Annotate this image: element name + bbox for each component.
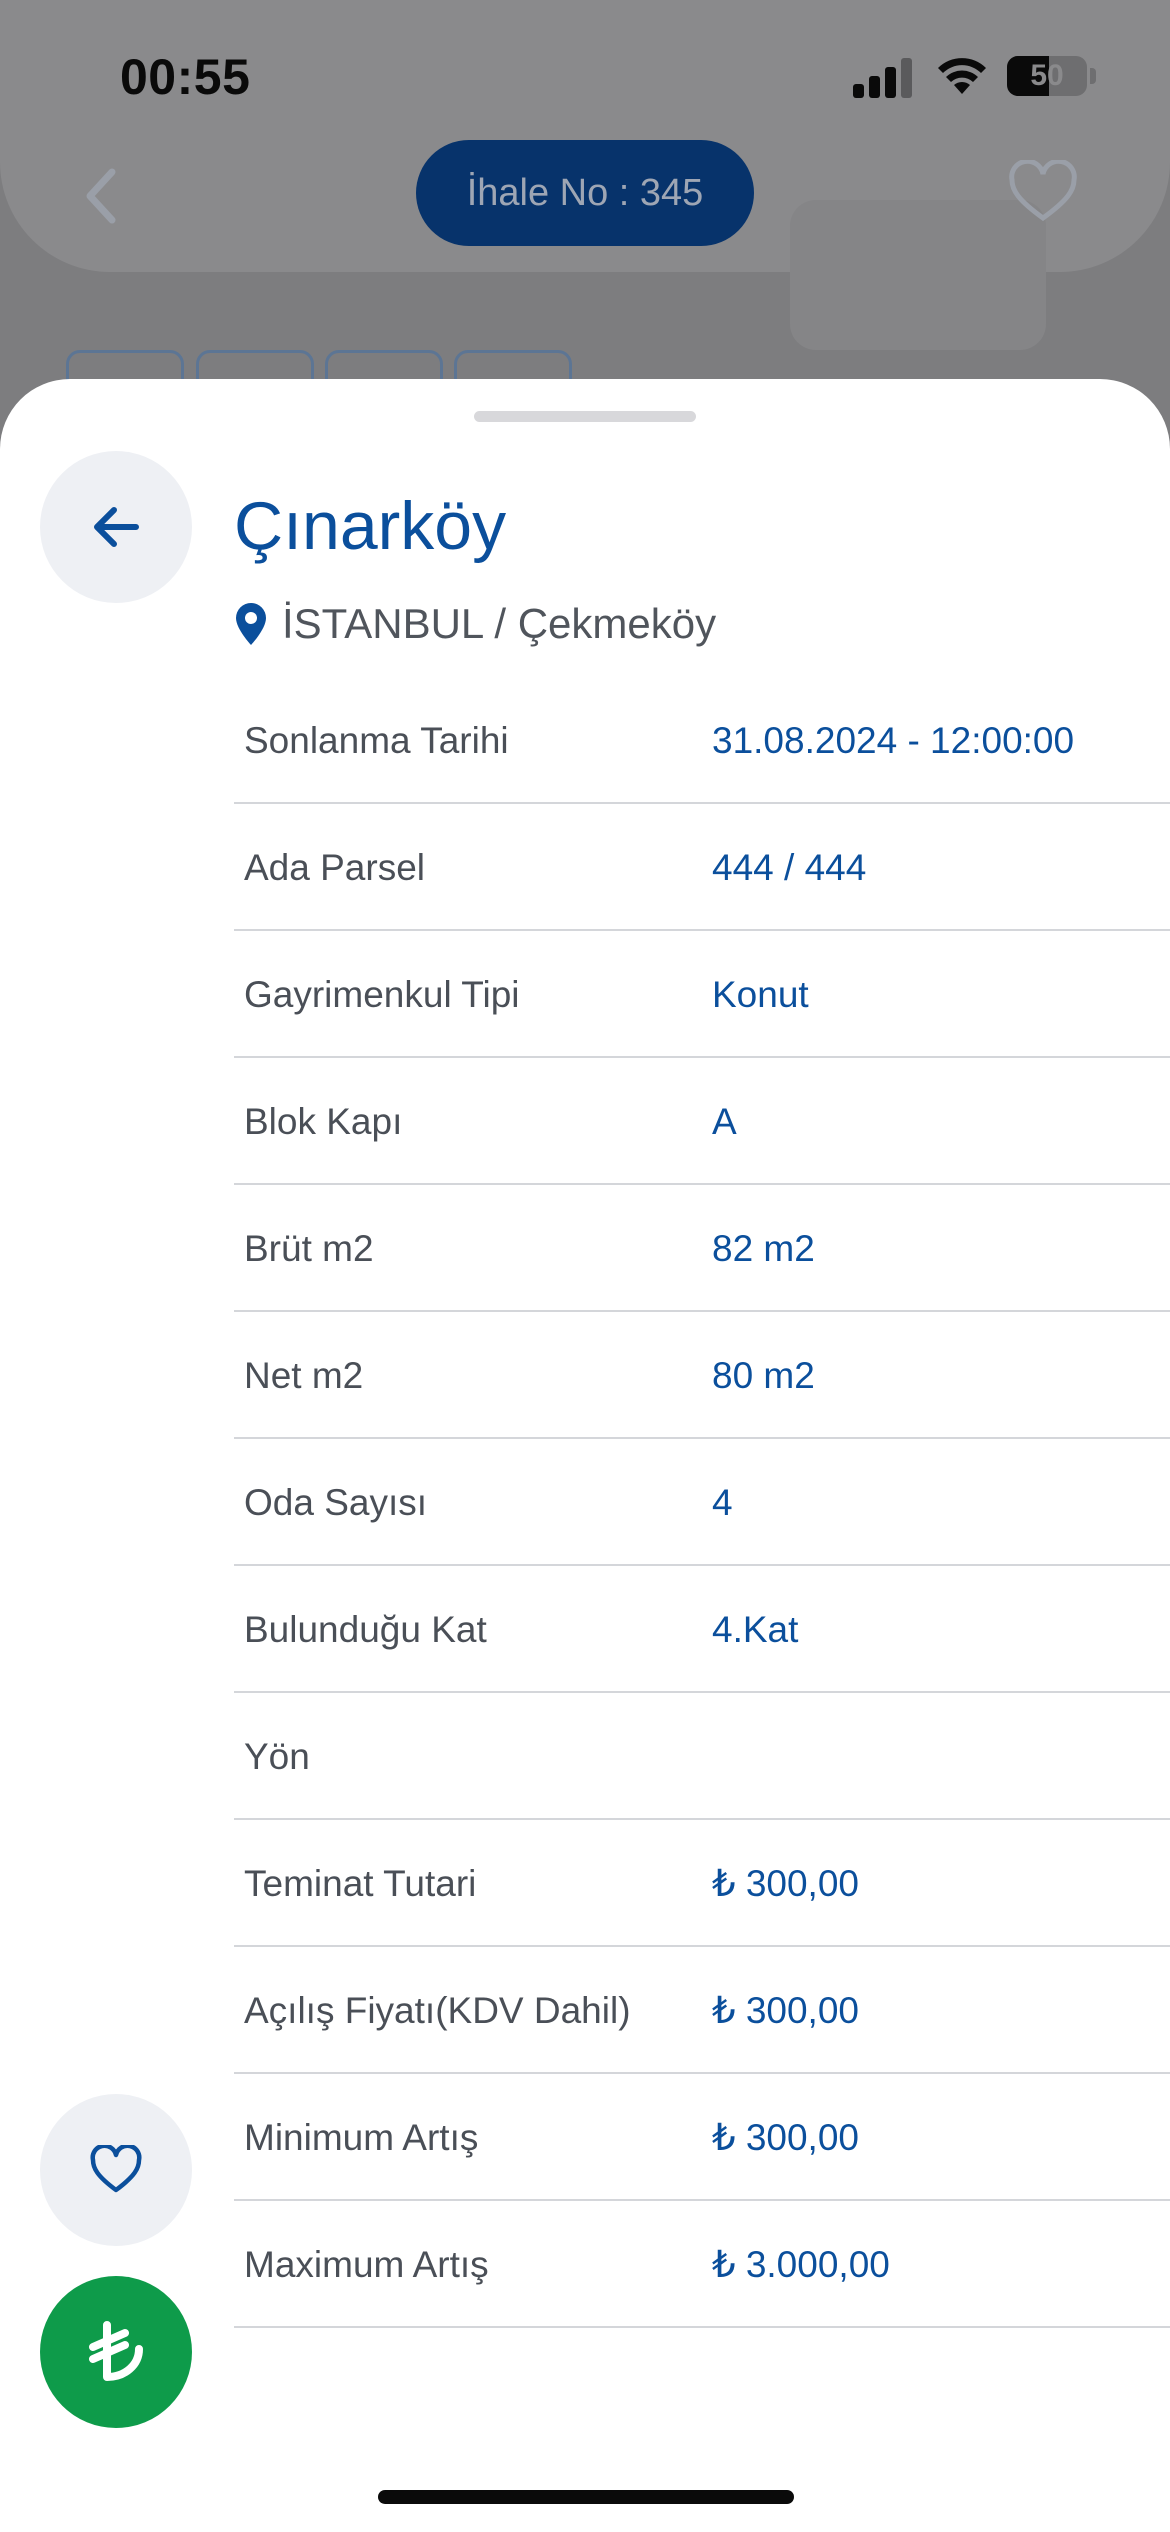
detail-label: Brüt m2 [244,1228,374,1269]
detail-label: Oda Sayısı [244,1482,428,1523]
detail-label: Gayrimenkul Tipi [244,974,520,1015]
arrow-left-icon [94,507,139,547]
back-button[interactable] [40,451,192,603]
detail-label: Minimum Artış [244,2117,479,2158]
detail-value: 80 m2 [712,1355,815,1396]
favorite-button[interactable] [40,2094,192,2246]
detail-value: ₺ 300,00 [712,2117,859,2158]
detail-value: 31.08.2024 - 12:00:00 [712,720,1075,761]
auction-number-badge: İhale No : 345 [416,140,754,246]
turkish-lira-icon [89,2321,143,2381]
detail-row: Ada Parsel 444 / 444 [234,804,1170,931]
wifi-icon [938,58,986,94]
detail-value: ₺ 300,00 [712,1990,859,2031]
detail-row: Minimum Artış ₺ 300,00 [234,2074,1170,2201]
detail-label: Bulunduğu Kat [244,1609,487,1650]
battery-percentage: 50 [1030,59,1064,92]
detail-value: 82 m2 [712,1228,815,1269]
location-text: İSTANBUL / Çekmeköy [282,600,717,647]
status-bar: 00:55 50 [0,0,1170,150]
listing-location: İSTANBUL / Çekmeköy [234,596,716,652]
sheet-grabber[interactable] [474,411,696,422]
battery-icon: 50 [1007,56,1087,96]
detail-row: Teminat Tutari ₺ 300,00 [234,1820,1170,1947]
detail-row: Maximum Artış ₺ 3.000,00 [234,2201,1170,2328]
bid-button[interactable] [40,2276,192,2428]
detail-row: Brüt m2 82 m2 [234,1185,1170,1312]
detail-label: Yön [244,1736,310,1777]
detail-label: Sonlanma Tarihi [244,720,509,761]
detail-row: Bulunduğu Kat 4.Kat [234,1566,1170,1693]
chevron-left-icon [86,168,116,224]
map-pin-icon [236,603,266,645]
detail-row: Blok Kapı A [234,1058,1170,1185]
detail-label: Açılış Fiyatı(KDV Dahil) [244,1990,631,2031]
detail-row: Oda Sayısı 4 [234,1439,1170,1566]
cellular-signal-icon [853,56,913,98]
detail-row: Yön [234,1693,1170,1820]
detail-label: Teminat Tutari [244,1863,477,1904]
details-table: Sonlanma Tarihi 31.08.2024 - 12:00:00 Ada … [234,677,1170,2328]
home-indicator [378,2490,794,2504]
detail-value: ₺ 3.000,00 [712,2244,890,2285]
heart-icon [90,2145,142,2193]
detail-label: Net m2 [244,1355,364,1396]
detail-value: A [712,1101,737,1142]
detail-label: Ada Parsel [244,847,425,888]
detail-row: Açılış Fiyatı(KDV Dahil) ₺ 300,00 [234,1947,1170,2074]
detail-row: Sonlanma Tarihi 31.08.2024 - 12:00:00 [234,677,1170,804]
detail-label: Maximum Artış [244,2244,489,2285]
listing-title: Çınarköy [234,488,507,564]
detail-value: Konut [712,974,809,1015]
detail-value: 444 / 444 [712,847,867,888]
battery-cap [1090,68,1096,84]
detail-value: ₺ 300,00 [712,1863,859,1904]
heart-icon [1009,160,1077,222]
detail-label: Blok Kapı [244,1101,403,1142]
status-time: 00:55 [120,49,251,105]
detail-value: 4.Kat [712,1609,799,1650]
detail-value: 4 [712,1482,733,1523]
detail-row: Gayrimenkul Tipi Konut [234,931,1170,1058]
detail-row: Net m2 80 m2 [234,1312,1170,1439]
